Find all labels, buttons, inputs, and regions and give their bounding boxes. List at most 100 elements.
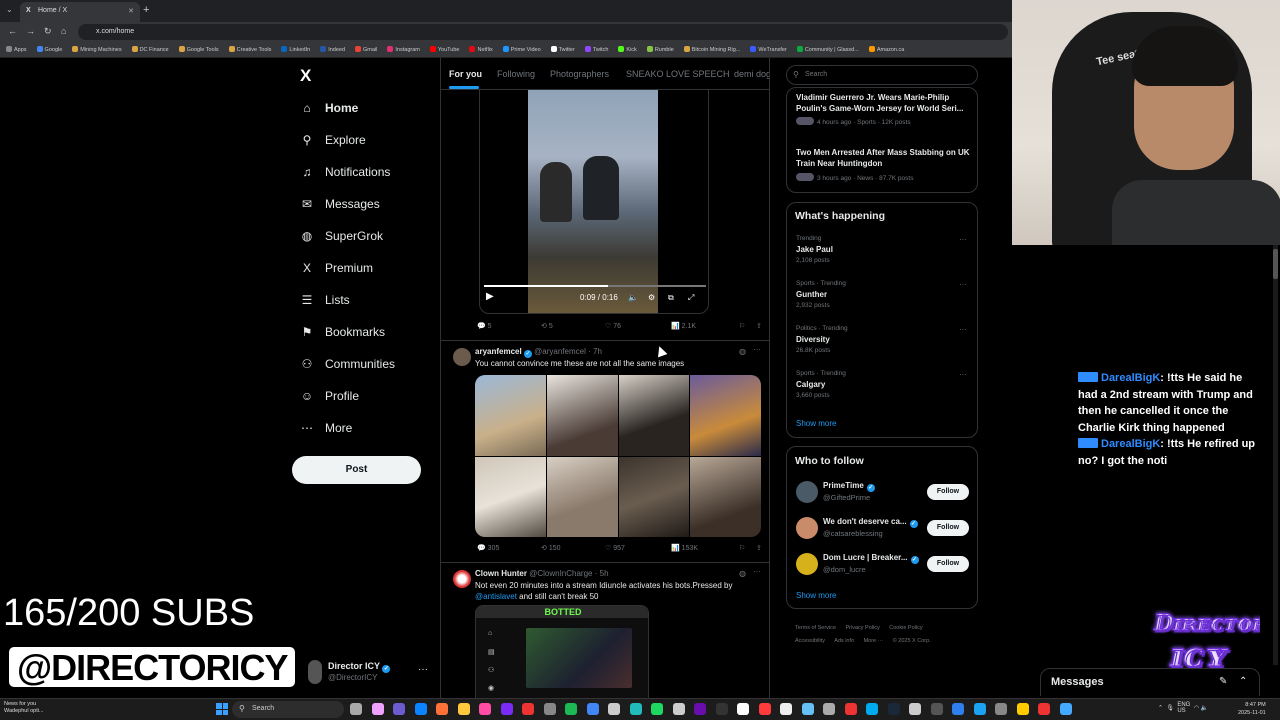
bookmark-dc-finance[interactable]: DC Finance: [131, 46, 169, 53]
tweet-avatar[interactable]: [453, 348, 471, 366]
bookmark-rumble[interactable]: Rumble: [646, 46, 674, 53]
pip-icon[interactable]: ⧉: [668, 293, 674, 303]
expand-icon[interactable]: ⌃: [1239, 676, 1247, 687]
taskbar-clock[interactable]: 8:47 PM 2025-11-01: [1238, 701, 1266, 717]
taskbar-app-icon[interactable]: [522, 703, 534, 715]
sidebar-item-more[interactable]: ⋯ More: [300, 416, 352, 440]
tweet-image[interactable]: [618, 375, 690, 456]
compose-message-icon[interactable]: ✎: [1219, 676, 1227, 687]
bookmark-community-glassd[interactable]: Community | Glassd...: [796, 46, 859, 53]
taskbar-app-icon[interactable]: [952, 703, 964, 715]
sidebar-item-supergrok[interactable]: ◍ SuperGrok: [300, 224, 383, 248]
sidebar-item-lists[interactable]: ☰ Lists: [300, 288, 350, 312]
tab-sneako[interactable]: SNEAKO LOVE SPEECH: [626, 69, 730, 79]
like-button[interactable]: ♡ 76: [605, 322, 621, 330]
video-player[interactable]: ▶ 0:09 / 0:16 🔈 ⚙ ⧉ ⤢: [479, 90, 709, 314]
sidebar-item-communities[interactable]: ⚇ Communities: [300, 352, 395, 376]
taskbar-app-icon[interactable]: [801, 703, 814, 715]
account-more-icon[interactable]: ···: [418, 664, 428, 675]
taskbar-app-icon[interactable]: [1038, 703, 1050, 715]
bookmark-twitch[interactable]: Twitch: [584, 46, 608, 53]
taskbar-app-icon[interactable]: [672, 703, 685, 715]
language-indicator[interactable]: ENG US: [1177, 702, 1190, 714]
footer-link[interactable]: More ···: [864, 638, 884, 644]
bookmark-instagram[interactable]: Instagram: [387, 46, 420, 53]
url-bar[interactable]: x.com/home: [78, 24, 1008, 40]
taskbar-app-icon[interactable]: [737, 703, 749, 715]
tweet-author[interactable]: Clown Hunter: [475, 569, 527, 578]
tweet-image[interactable]: [690, 375, 761, 456]
taskbar-app-icon[interactable]: [371, 703, 384, 715]
forward-icon[interactable]: →: [26, 26, 35, 36]
tweet-image[interactable]: [475, 456, 546, 537]
taskbar-app-icon[interactable]: [500, 703, 513, 715]
tweet-author[interactable]: aryanfemcel: [475, 347, 522, 356]
bookmark-youtube[interactable]: YouTube: [429, 46, 459, 53]
bookmark-kick[interactable]: Kick: [618, 46, 637, 53]
taskbar-app-icon[interactable]: [995, 703, 1007, 715]
suggestion-name[interactable]: We don't deserve ca... ✓: [823, 517, 918, 528]
video-progress-bar[interactable]: [484, 285, 706, 287]
mic-icon[interactable]: 🎙: [1166, 706, 1174, 712]
taskbar-app-icon[interactable]: [844, 703, 857, 715]
news-widget[interactable]: News for you Wadephul opti...: [4, 701, 44, 715]
grok-icon[interactable]: ◍: [739, 347, 746, 356]
sidebar-item-profile[interactable]: ☺ Profile: [300, 384, 359, 408]
follow-button[interactable]: Follow: [927, 520, 969, 536]
suggestion-handle[interactable]: @catsareblessing: [823, 529, 883, 538]
bookmark-wetransfer[interactable]: WeTransfer: [750, 46, 787, 53]
footer-link[interactable]: Terms of Service: [795, 625, 836, 631]
tab-demi-dog[interactable]: demi dog: [734, 69, 769, 79]
taskbar-app-icon[interactable]: [1059, 703, 1072, 715]
x-logo-icon[interactable]: X: [300, 66, 311, 86]
taskbar-app-icon[interactable]: [586, 703, 599, 715]
show-more-link[interactable]: Show more: [796, 591, 836, 600]
taskbar-search[interactable]: ⚲ Search: [232, 701, 344, 718]
scrollbar-thumb[interactable]: [1273, 249, 1278, 279]
bookmark-apps[interactable]: Apps: [6, 46, 27, 53]
sidebar-item-home[interactable]: ⌂ Home: [300, 96, 358, 120]
bookmark-bitcoin-mining-rig[interactable]: Bitcoin Mining Rig...: [683, 46, 740, 53]
tweet-image[interactable]: [546, 375, 618, 456]
settings-icon[interactable]: ⚙: [648, 293, 655, 302]
footer-link[interactable]: Privacy Policy: [846, 625, 880, 631]
sidebar-item-notifications[interactable]: ♫ Notifications: [300, 160, 391, 184]
show-more-link[interactable]: Show more: [796, 419, 836, 428]
tweet-image[interactable]: [546, 456, 618, 537]
trend-more-icon[interactable]: ···: [959, 280, 967, 289]
taskbar-app-icon[interactable]: [565, 703, 577, 715]
post-button[interactable]: Post: [292, 456, 421, 484]
sidebar-item-premium[interactable]: X Premium: [300, 256, 373, 280]
bookmark-netflix[interactable]: Netflix: [469, 46, 493, 53]
bookmark-creative-tools[interactable]: Creative Tools: [228, 46, 271, 53]
mention-link[interactable]: @antislavet: [475, 592, 517, 601]
taskbar-app-icon[interactable]: [436, 703, 448, 715]
follow-button[interactable]: Follow: [927, 556, 969, 572]
trend-more-icon[interactable]: ···: [959, 325, 967, 334]
sidebar-item-bookmarks[interactable]: ⚑ Bookmarks: [300, 320, 385, 344]
taskbar-app-icon[interactable]: [758, 703, 771, 715]
sidebar-item-messages[interactable]: ✉ Messages: [300, 192, 380, 216]
share-icon[interactable]: ⇪: [756, 544, 762, 552]
search-input[interactable]: ⚲ Search: [786, 65, 978, 85]
reply-button[interactable]: 💬 305: [477, 544, 499, 552]
tab-search-icon[interactable]: ⌄: [6, 5, 13, 14]
taskbar-app-icon[interactable]: [887, 703, 900, 715]
share-icon[interactable]: ⇪: [756, 322, 762, 330]
footer-link[interactable]: Cookie Policy: [889, 625, 922, 631]
bookmark-tweet-icon[interactable]: ⚐: [739, 322, 745, 330]
taskbar-app-icon[interactable]: [694, 703, 706, 715]
back-icon[interactable]: ←: [8, 26, 17, 36]
repost-button[interactable]: ⟲ 150: [541, 544, 561, 552]
taskbar-app-icon[interactable]: [350, 703, 362, 715]
home-browser-icon[interactable]: ⌂: [61, 26, 66, 36]
bookmark-tweet-icon[interactable]: ⚐: [739, 544, 745, 552]
trend-more-icon[interactable]: ···: [959, 370, 967, 379]
suggestion-name[interactable]: Dom Lucre | Breaker... ✓: [823, 553, 919, 564]
tweet-image[interactable]: [475, 375, 546, 456]
bookmark-google[interactable]: Google: [36, 46, 62, 53]
wifi-icon[interactable]: ◠: [1194, 706, 1199, 712]
tab-for-you[interactable]: For you: [449, 69, 482, 79]
new-tab-icon[interactable]: +: [143, 4, 149, 16]
sidebar-item-explore[interactable]: ⚲ Explore: [300, 128, 366, 152]
